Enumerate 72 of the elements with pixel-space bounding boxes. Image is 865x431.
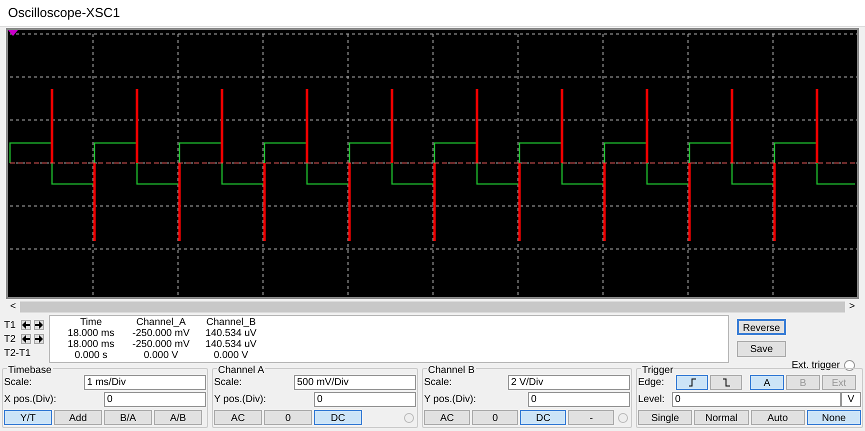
window-title: Oscilloscope-XSC1 <box>8 4 120 22</box>
field-label: X pos.(Div): <box>4 393 58 407</box>
mode-button[interactable]: Single <box>638 410 692 425</box>
rising-edge-button[interactable] <box>676 375 708 390</box>
source-button[interactable]: A <box>750 375 784 390</box>
group-title: Trigger <box>641 363 674 378</box>
table-cell-text: 140.534 uV <box>204 339 258 350</box>
column-header: Channel_B <box>205 317 257 328</box>
input-field[interactable]: 0 <box>672 392 841 407</box>
mode-button[interactable]: AC <box>424 410 470 425</box>
table-cell-text: 140.534 uV <box>204 328 258 339</box>
mode-button[interactable]: Normal <box>694 410 748 425</box>
column-header: Time <box>79 317 103 328</box>
mode-button[interactable]: Add <box>54 410 102 425</box>
mode-button[interactable]: None <box>806 410 861 425</box>
group-title: Channel B <box>427 363 476 378</box>
mode-button[interactable]: - <box>568 410 614 425</box>
source-button: B <box>786 375 820 390</box>
cursor-label: T2-T1 <box>4 346 31 360</box>
radio-icon[interactable] <box>618 412 628 422</box>
field-label: Edge: <box>638 376 666 390</box>
ext-trigger-radio[interactable] <box>844 360 855 371</box>
group-title: Channel A <box>217 363 266 378</box>
arrow-left-icon[interactable] <box>21 334 31 344</box>
mode-button[interactable]: DC <box>314 410 362 425</box>
scroll-left-button[interactable]: < <box>6 301 20 313</box>
table-cell-text: -250.000 mV <box>131 328 191 339</box>
scroll-right-button[interactable]: > <box>845 301 859 313</box>
table-cell-text: 0.000 V <box>142 350 180 361</box>
cursor-label: T1 <box>4 318 17 332</box>
input-field[interactable]: 2 V/Div <box>508 375 630 390</box>
table-cell-text: 18.000 ms <box>66 339 116 350</box>
input-field[interactable]: 0 <box>104 392 206 407</box>
column-header: Channel_A <box>135 317 187 328</box>
table-cell-text: 0.000 V <box>212 350 250 361</box>
table-cell-text: 0.000 s <box>74 350 108 361</box>
mode-button[interactable]: A/B <box>154 410 202 425</box>
radio-icon[interactable] <box>404 412 414 422</box>
arrow-right-icon[interactable] <box>34 334 44 344</box>
arrow-left-icon[interactable] <box>21 320 31 330</box>
ext-trigger-label: Ext. trigger <box>792 359 840 373</box>
mode-button[interactable]: AC <box>214 410 262 425</box>
field-label: Scale: <box>424 376 453 390</box>
mode-button[interactable]: 0 <box>472 410 518 425</box>
group-title: Timebase <box>7 363 53 378</box>
input-field[interactable]: 0 <box>314 392 416 407</box>
source-button: Ext <box>822 375 856 390</box>
action-button[interactable]: Reverse <box>737 319 786 335</box>
arrow-right-icon[interactable] <box>34 320 44 330</box>
field-label: Scale: <box>214 376 243 390</box>
field-label: Y pos.(Div): <box>214 393 268 407</box>
action-button[interactable]: Save <box>737 341 786 357</box>
cursor-label: T2 <box>4 332 17 346</box>
scrollbar-thumb[interactable] <box>20 302 845 312</box>
field-label: Scale: <box>4 376 33 390</box>
rising-edge-icon <box>688 378 696 387</box>
input-field[interactable]: 1 ms/Div <box>84 375 206 390</box>
mode-button[interactable]: DC <box>520 410 566 425</box>
field-label: Level: <box>638 393 666 407</box>
cursor-marker-icon[interactable] <box>8 30 18 36</box>
falling-edge-icon <box>722 378 730 387</box>
unit-field: V <box>841 392 861 407</box>
mode-button[interactable]: B/A <box>104 410 152 425</box>
field-label: Y pos.(Div): <box>424 393 478 407</box>
mode-button[interactable]: Auto <box>750 410 805 425</box>
table-cell-text: 18.000 ms <box>66 328 116 339</box>
input-field[interactable]: 500 mV/Div <box>294 375 416 390</box>
mode-button[interactable]: Y/T <box>4 410 52 425</box>
table-cell-text: -250.000 mV <box>131 339 191 350</box>
input-field[interactable]: 0 <box>528 392 630 407</box>
mode-button[interactable]: 0 <box>264 410 312 425</box>
falling-edge-button[interactable] <box>710 375 742 390</box>
